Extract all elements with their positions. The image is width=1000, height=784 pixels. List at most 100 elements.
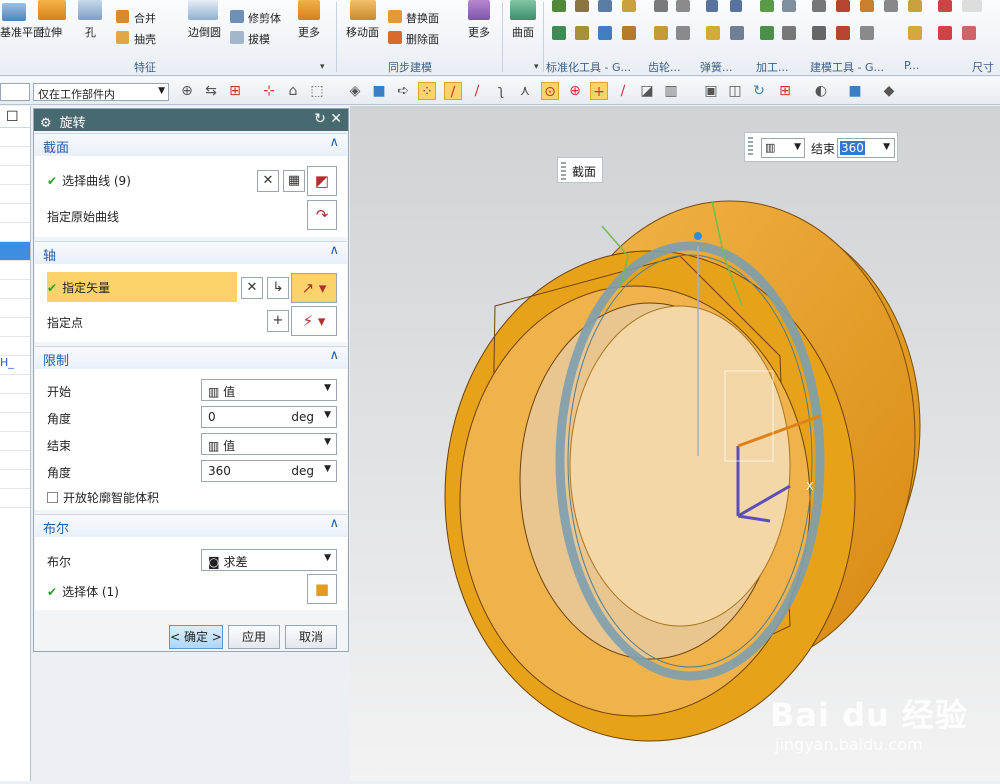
maximize-icon[interactable]: ☐ <box>0 106 30 128</box>
view-icon[interactable]: ▣ <box>702 82 720 100</box>
view-icon[interactable]: ⊞ <box>776 82 794 100</box>
ok-button[interactable]: < 确定 > <box>169 625 223 649</box>
snap-icon[interactable]: ⊕ <box>566 82 584 100</box>
trim-body-icon[interactable] <box>230 10 244 23</box>
start-angle-input[interactable]: 0 deg ▼ <box>201 406 337 428</box>
draft-icon[interactable] <box>230 31 244 44</box>
sketch-icon[interactable]: ▦ <box>283 170 305 192</box>
delete-face-button[interactable]: 删除面 <box>406 31 439 47</box>
snap-icon[interactable]: ⋏ <box>516 82 534 100</box>
snap-icon[interactable]: ⊹ <box>260 82 278 100</box>
vector-type-dropdown[interactable]: ↗ ▾ <box>291 273 337 303</box>
p-tool-icon[interactable] <box>908 26 922 40</box>
origin-curve-icon[interactable]: ↷ <box>307 200 337 230</box>
graphics-viewport[interactable]: X <box>350 106 1000 781</box>
datum-plane-icon[interactable] <box>2 3 26 21</box>
selection-scope-dropdown[interactable]: 仅在工作部件内 ▼ <box>33 83 169 101</box>
sketch-section-icon[interactable]: ◩ <box>307 166 337 196</box>
nav-row[interactable] <box>0 204 30 223</box>
extrude-button[interactable]: 拉伸 <box>40 24 62 40</box>
body-icon[interactable]: ■ <box>307 574 337 604</box>
view-icon[interactable]: ◆ <box>880 82 898 100</box>
boolean-dropdown[interactable]: ◙ 求差 ▼ <box>201 549 337 571</box>
gear-tool-icon[interactable] <box>676 0 690 12</box>
extrude-icon[interactable] <box>38 0 66 20</box>
std-tool-icon[interactable] <box>552 26 566 40</box>
nav-row[interactable] <box>0 432 30 451</box>
snap-center-icon[interactable]: ⊙ <box>541 82 559 100</box>
unite-icon[interactable] <box>116 10 129 23</box>
snap-icon[interactable]: ⊕ <box>178 82 196 100</box>
view-icon[interactable]: ◐ <box>812 82 830 100</box>
apply-button[interactable]: 应用 <box>228 625 280 649</box>
type-filter[interactable] <box>0 83 30 101</box>
part-model[interactable]: X <box>350 106 1000 781</box>
modeling-tool-icon[interactable] <box>836 26 850 40</box>
point-type-dropdown[interactable]: ⚡ ▾ <box>291 306 337 336</box>
replace-face-icon[interactable] <box>388 10 402 23</box>
nav-row[interactable] <box>0 261 30 280</box>
spring-tool-icon[interactable] <box>730 26 744 40</box>
snap-icon[interactable]: ⌂ <box>284 82 302 100</box>
spring-tool-icon[interactable] <box>706 0 718 12</box>
more-sync-icon[interactable] <box>468 0 490 20</box>
shell-icon[interactable] <box>116 31 129 44</box>
nav-row[interactable] <box>0 451 30 470</box>
snap-icon[interactable]: ▥ <box>662 82 680 100</box>
section-header[interactable]: 截面 ∧ <box>35 134 347 156</box>
dimension-tool-icon[interactable] <box>938 26 952 40</box>
snap-icon[interactable]: ∕ <box>614 82 632 100</box>
std-tool-icon[interactable] <box>598 26 612 40</box>
chevron-down-icon[interactable]: ▾ <box>320 62 325 72</box>
select-body-row[interactable]: ✔ 选择体 (1) <box>47 583 119 600</box>
machining-tool-icon[interactable] <box>782 0 796 12</box>
vector-dialog-icon[interactable]: ↳ <box>267 277 289 299</box>
snap-icon[interactable]: ⇆ <box>202 82 220 100</box>
dimension-tool-icon[interactable] <box>938 0 952 12</box>
view-icon[interactable]: ◫ <box>726 82 744 100</box>
hole-button[interactable]: 孔 <box>85 24 96 40</box>
shell-button[interactable]: 抽壳 <box>134 31 156 47</box>
snap-point-icon[interactable]: ⁘ <box>418 82 436 100</box>
axis-header[interactable]: 轴 ∧ <box>35 242 347 264</box>
nav-row[interactable] <box>0 470 30 489</box>
collapse-icon[interactable]: ∧ <box>329 348 339 363</box>
nav-row[interactable] <box>0 318 30 337</box>
chevron-down-icon[interactable]: ▾ <box>534 62 539 72</box>
modeling-tool-icon[interactable] <box>836 0 850 12</box>
reset-close-icons[interactable]: ↻ ✕ <box>314 111 342 127</box>
nav-row[interactable] <box>0 375 30 394</box>
datum-plane-button[interactable]: 基准平面 <box>0 24 44 40</box>
collapse-icon[interactable]: ∧ <box>329 243 339 258</box>
reverse-direction-icon[interactable]: ✕ <box>241 277 263 299</box>
gear-icon[interactable]: ⚙ <box>40 116 52 131</box>
more-feature-icon[interactable] <box>298 0 320 20</box>
gear-tool-icon[interactable] <box>654 26 668 40</box>
nav-row[interactable] <box>0 413 30 432</box>
surface-icon[interactable] <box>510 0 536 20</box>
limits-header[interactable]: 限制 ∧ <box>35 347 347 369</box>
end-value-input[interactable]: 360 ▼ <box>837 138 895 158</box>
move-face-icon[interactable] <box>350 0 376 20</box>
start-dropdown[interactable]: ▥ 值 ▼ <box>201 379 337 401</box>
modeling-tool-icon[interactable] <box>812 26 826 40</box>
curve-rule-icon[interactable]: ✕ <box>257 170 279 192</box>
trim-body-button[interactable]: 修剪体 <box>248 10 281 26</box>
snap-endpoint-icon[interactable]: ∕ <box>444 82 462 100</box>
snap-icon[interactable]: ⬚ <box>308 82 326 100</box>
modeling-tool-icon[interactable] <box>884 0 898 12</box>
nav-row[interactable] <box>0 299 30 318</box>
nav-row[interactable] <box>0 128 30 147</box>
nav-row[interactable] <box>0 166 30 185</box>
surface-button[interactable]: 曲面 <box>512 24 534 40</box>
spring-tool-icon[interactable] <box>706 26 720 40</box>
edge-blend-button[interactable]: 边倒圆 <box>188 24 221 40</box>
move-face-button[interactable]: 移动面 <box>346 24 379 40</box>
p-tool-icon[interactable] <box>908 0 922 12</box>
drag-handle[interactable] <box>561 162 566 182</box>
open-profile-row[interactable]: 开放轮廓智能体积 <box>47 489 159 506</box>
std-tool-icon[interactable] <box>622 26 636 40</box>
nav-row-selected[interactable] <box>0 242 30 261</box>
snap-icon[interactable]: ■ <box>370 82 388 100</box>
modeling-tool-icon[interactable] <box>812 0 826 12</box>
